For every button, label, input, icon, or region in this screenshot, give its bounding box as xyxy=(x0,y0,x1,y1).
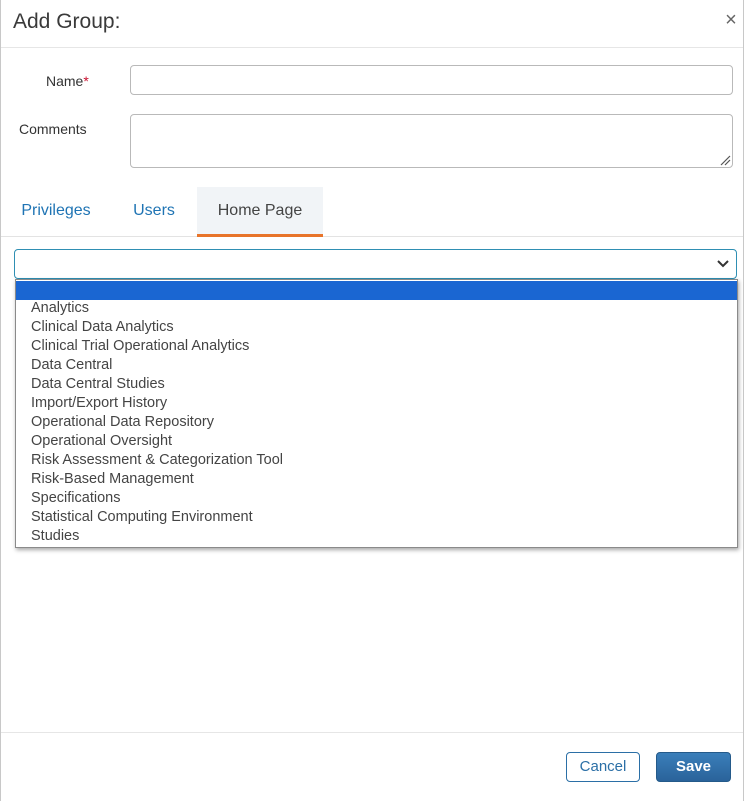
cancel-button[interactable]: Cancel xyxy=(566,752,640,782)
required-marker: * xyxy=(83,73,89,89)
option-clinical-trial-operational-analytics[interactable]: Clinical Trial Operational Analytics xyxy=(16,337,737,356)
option-specifications[interactable]: Specifications xyxy=(16,489,737,508)
option-data-central[interactable]: Data Central xyxy=(16,356,737,375)
dialog-title: Add Group: xyxy=(13,10,121,33)
comments-label: Comments xyxy=(19,121,87,137)
option-import-export-history[interactable]: Import/Export History xyxy=(16,394,737,413)
resize-grip-icon[interactable] xyxy=(719,154,731,166)
option-studies[interactable]: Studies xyxy=(16,527,737,546)
dialog-header: Add Group: × xyxy=(1,0,743,48)
option-risk-based-management[interactable]: Risk-Based Management xyxy=(16,470,737,489)
comments-textarea[interactable] xyxy=(130,114,733,168)
tab-users[interactable]: Users xyxy=(123,187,185,237)
name-label-text: Name xyxy=(46,73,84,89)
add-group-dialog: Add Group: × Name* Comments Privileges U… xyxy=(0,0,744,801)
name-label: Name* xyxy=(46,73,89,89)
tab-home-page[interactable]: Home Page xyxy=(197,187,323,237)
chevron-down-icon xyxy=(717,260,729,268)
tab-bar: Privileges Users Home Page xyxy=(1,187,743,237)
home-page-select[interactable] xyxy=(14,249,737,279)
tab-home-page-label: Home Page xyxy=(217,202,303,219)
option-risk-assessment-categorization-tool[interactable]: Risk Assessment & Categorization Tool xyxy=(16,451,737,470)
tab-privileges[interactable]: Privileges xyxy=(11,187,101,237)
save-button[interactable]: Save xyxy=(656,752,731,782)
option-blank[interactable] xyxy=(16,281,737,300)
option-operational-data-repository[interactable]: Operational Data Repository xyxy=(16,413,737,432)
home-page-options-list: Analytics Clinical Data Analytics Clinic… xyxy=(15,279,738,548)
footer-divider xyxy=(1,732,743,733)
option-data-central-studies[interactable]: Data Central Studies xyxy=(16,375,737,394)
option-statistical-computing-environment[interactable]: Statistical Computing Environment xyxy=(16,508,737,527)
option-analytics[interactable]: Analytics xyxy=(16,299,737,318)
close-icon[interactable]: × xyxy=(721,8,741,32)
option-operational-oversight[interactable]: Operational Oversight xyxy=(16,432,737,451)
option-clinical-data-analytics[interactable]: Clinical Data Analytics xyxy=(16,318,737,337)
active-tab-indicator xyxy=(197,234,323,237)
name-input[interactable] xyxy=(130,65,733,95)
